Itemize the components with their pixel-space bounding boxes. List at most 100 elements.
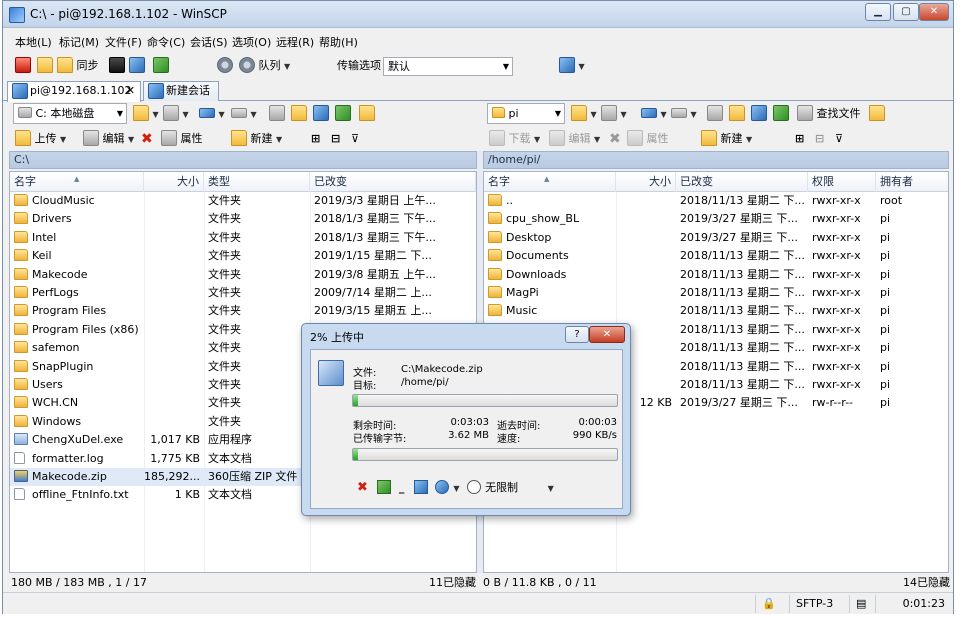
row-changed: 2018/11/13 星期二 下... [680,304,805,318]
preferences-button[interactable] [217,57,233,75]
remote-properties-button[interactable]: 属性 [627,130,669,148]
remote-col-rights[interactable]: 权限 [808,172,876,192]
local-forward-button[interactable]: ▼ [231,105,257,123]
remote-refresh-button[interactable] [773,105,789,123]
menu-local[interactable]: 本地(L) [15,34,52,50]
local-parent-button[interactable] [269,105,285,123]
remote-new-button[interactable]: 新建 ▼ [701,130,752,148]
local-col-size[interactable]: 大小 [144,172,204,192]
remote-filter-button[interactable]: ▼ [601,105,627,123]
sort-caret-icon: ▲ [74,175,80,183]
table-row[interactable]: Music 2018/11/13 星期二 下... rwxr-xr-x pi [484,302,948,320]
table-row[interactable]: MagPi 2018/11/13 星期二 下... rwxr-xr-x pi [484,284,948,302]
remote-parent-button[interactable] [707,105,723,123]
synchronize-browse-button[interactable] [37,57,53,75]
local-col-type[interactable]: 类型 [204,172,310,192]
remote-root-button[interactable] [729,105,745,123]
remote-unselect-button[interactable]: ⊟ [815,130,824,148]
on-completion-button[interactable] [435,480,450,494]
remote-filter-select-button[interactable]: ⊽ [835,130,843,148]
local-back-button[interactable]: ▼ [199,105,225,123]
local-col-name[interactable]: 名字 ▲ [10,172,144,192]
download-button[interactable]: 下载 ▼ [489,130,540,148]
remote-tree-button[interactable] [869,105,885,123]
compare-button[interactable] [15,57,31,75]
table-row[interactable]: cpu_show_BL 2019/3/27 星期三 下... rwxr-xr-x pi [484,210,948,228]
remote-edit-button[interactable]: 编辑 ▼ [549,130,600,148]
dialog-close-button[interactable]: ✕ [589,326,625,343]
transfer-settings-select[interactable]: 默认 ▼ [383,57,513,76]
refresh-remote-button[interactable] [153,57,169,75]
table-row[interactable]: Program Files 文件夹 2019/3/15 星期五 上... [10,302,476,320]
cancel-transfer-button[interactable]: ✖ [357,480,368,495]
local-home-button[interactable] [313,105,329,123]
table-row[interactable]: Intel 文件夹 2018/1/3 星期三 下午... [10,229,476,247]
local-root-button[interactable] [291,105,307,123]
table-row[interactable]: Drivers 文件夹 2018/1/3 星期三 下午... [10,210,476,228]
putty-button[interactable] [129,57,145,75]
local-filter-button[interactable]: ▼ [163,105,189,123]
table-row[interactable]: Documents 2018/11/13 星期二 下... rwxr-xr-x pi [484,247,948,265]
local-tree-button[interactable] [359,105,375,123]
tab-close-icon[interactable]: ✕ [126,82,135,100]
menu-session[interactable]: 会话(S) [190,34,228,50]
remote-forward-button[interactable]: ▼ [671,105,697,123]
menu-mark[interactable]: 标记(M) [59,34,99,50]
local-open-folder-button[interactable]: ▼ [133,105,159,123]
tab-session[interactable]: pi@192.168.1.102 ✕ [7,81,141,102]
remote-folder-select[interactable]: pi ▼ [487,103,565,124]
dialog-help-button[interactable]: ? [565,326,589,343]
table-row[interactable]: CloudMusic 文件夹 2019/3/3 星期日 上午... [10,192,476,210]
menu-remote[interactable]: 远程(R) [276,34,314,50]
table-row[interactable]: .. 2018/11/13 星期二 下... rwxr-xr-x root [484,192,948,210]
row-name: Program Files [14,302,142,320]
synchronize-button[interactable]: 同步 [57,57,99,75]
table-row[interactable]: PerfLogs 文件夹 2009/7/14 星期二 上... [10,284,476,302]
speed-limit-select[interactable]: 无限制 [485,481,518,494]
local-col-changed[interactable]: 已改变 [310,172,476,192]
local-select-all-button[interactable]: ⊞ [311,130,320,148]
queue-button[interactable]: 队列 ▼ [239,57,290,75]
table-row[interactable]: Makecode 文件夹 2019/3/8 星期五 上午... [10,266,476,284]
local-refresh-button[interactable] [335,105,351,123]
table-row[interactable]: Keil 文件夹 2019/1/15 星期二 下... [10,247,476,265]
table-row[interactable]: Downloads 2018/11/13 星期二 下... rwxr-xr-x pi [484,266,948,284]
menu-file[interactable]: 文件(F) [105,34,142,50]
terminal-button[interactable] [109,57,125,75]
local-filter-select-button[interactable]: ⊽ [351,130,359,148]
maximize-button[interactable]: ▢ [893,3,919,21]
local-delete-button[interactable]: ✖ [141,130,153,148]
menu-options[interactable]: 选项(O) [232,34,271,50]
folder-icon [14,194,28,206]
move-to-queue-button[interactable] [377,480,392,494]
menu-help[interactable]: 帮助(H) [319,34,358,50]
row-size: 185,292... [144,470,200,483]
find-files-button[interactable]: 查找文件 [797,105,861,123]
table-row[interactable]: Desktop 2019/3/27 星期三 下... rwxr-xr-x pi [484,229,948,247]
tab-new-session[interactable]: 新建会话 [143,81,219,101]
remote-col-owner[interactable]: 拥有者 [876,172,948,192]
local-drive-select[interactable]: C: 本地磁盘 ▼ [13,103,127,124]
minimize-dialog-button[interactable]: _ [399,481,405,494]
local-properties-button[interactable]: 属性 [161,130,203,148]
remote-open-folder-button[interactable]: ▼ [571,105,597,123]
minimize-button[interactable]: ▁ [865,3,891,21]
upload-button[interactable]: 上传 ▼ [15,130,66,148]
remote-back-button[interactable]: ▼ [641,105,667,123]
plus-icon: ⊞ [795,132,805,145]
remote-path-bar[interactable]: /home/pi/ [483,151,949,169]
menu-commands[interactable]: 命令(C) [147,34,185,50]
local-new-button[interactable]: 新建 ▼ [231,130,282,148]
remote-home-button[interactable] [751,105,767,123]
transfer-profile-button[interactable]: ▼ [559,57,585,75]
local-edit-button[interactable]: 编辑 ▼ [83,130,134,148]
remote-select-all-button[interactable]: ⊞ [795,130,804,148]
remote-col-name[interactable]: 名字 ▲ [484,172,616,192]
copy-settings-button[interactable] [413,480,428,494]
local-unselect-button[interactable]: ⊟ [331,130,340,148]
remote-col-size[interactable]: 大小 [616,172,676,192]
close-button[interactable]: ✕ [919,3,949,21]
remote-col-changed[interactable]: 已改变 [676,172,808,192]
remote-delete-button[interactable]: ✖ [609,130,621,148]
local-path-bar[interactable]: C:\ [9,151,477,169]
